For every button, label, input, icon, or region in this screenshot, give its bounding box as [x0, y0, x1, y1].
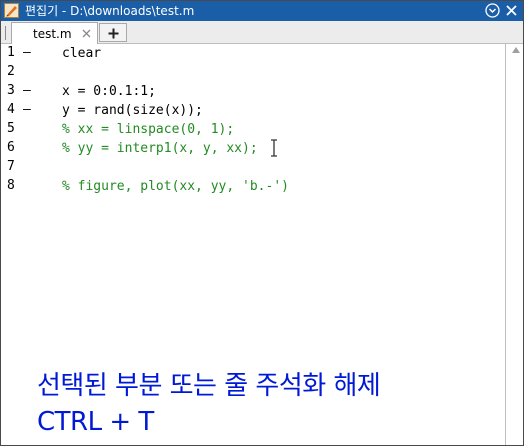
- tab-test-m[interactable]: test.m: [11, 22, 98, 44]
- line-gutter[interactable]: 5: [5, 120, 37, 139]
- scroll-up-icon[interactable]: [511, 45, 521, 55]
- line-number: 6: [7, 140, 15, 155]
- line-gutter[interactable]: 1–: [5, 44, 37, 63]
- line-gutter[interactable]: 2: [5, 63, 37, 82]
- comment-line[interactable]: % yy = interp1(x, y, xx);: [62, 139, 258, 158]
- right-margin-line: [505, 44, 506, 445]
- code-line[interactable]: clear: [62, 44, 101, 63]
- line-gutter[interactable]: 7: [5, 158, 37, 177]
- window-title: 편집기 - D:\downloads\test.m: [25, 4, 195, 18]
- line-number: 8: [7, 178, 15, 193]
- plus-icon: [108, 28, 119, 39]
- add-tab-button[interactable]: [99, 23, 127, 42]
- editor-icon: [4, 3, 19, 18]
- line-gutter[interactable]: 8: [5, 177, 37, 196]
- comment-line[interactable]: % figure, plot(xx, yy, 'b.-'): [62, 177, 289, 196]
- line-number: 3: [7, 83, 15, 98]
- title-bar[interactable]: 편집기 - D:\downloads\test.m: [1, 1, 523, 21]
- line-number: 1: [7, 45, 15, 60]
- line-number: 7: [7, 159, 15, 174]
- line-number: 4: [7, 102, 15, 117]
- breakpoint-marker[interactable]: –: [23, 83, 31, 98]
- line-number: 5: [7, 121, 15, 136]
- comment-line[interactable]: % xx = linspace(0, 1);: [62, 120, 234, 139]
- text-cursor-icon: [271, 139, 277, 157]
- window-menu-icon[interactable]: [485, 3, 500, 18]
- line-gutter[interactable]: 6: [5, 139, 37, 158]
- caption-title: 선택된 부분 또는 줄 주석화 해제: [37, 371, 381, 401]
- caption-shortcut: CTRL + T: [37, 407, 154, 437]
- code-line[interactable]: x = 0:0.1:1;: [62, 82, 156, 101]
- tab-bar: test.m: [1, 21, 523, 44]
- breakpoint-marker[interactable]: –: [23, 45, 31, 60]
- close-window-icon[interactable]: [504, 3, 519, 18]
- editor-window: 편집기 - D:\downloads\test.m test.m 1– clear…: [0, 0, 524, 446]
- code-editor[interactable]: 1– clear 2 3– x = 0:0.1:1; 4– y = rand(size(x)…: [1, 44, 523, 445]
- line-number: 2: [7, 64, 15, 79]
- breakpoint-marker[interactable]: –: [23, 102, 31, 117]
- line-gutter[interactable]: 4–: [5, 101, 37, 120]
- tab-label: test.m: [33, 27, 72, 41]
- tab-close-icon[interactable]: [82, 29, 91, 38]
- line-gutter[interactable]: 3–: [5, 82, 37, 101]
- tab-grip-icon[interactable]: [4, 26, 8, 40]
- code-line[interactable]: y = rand(size(x));: [62, 101, 203, 120]
